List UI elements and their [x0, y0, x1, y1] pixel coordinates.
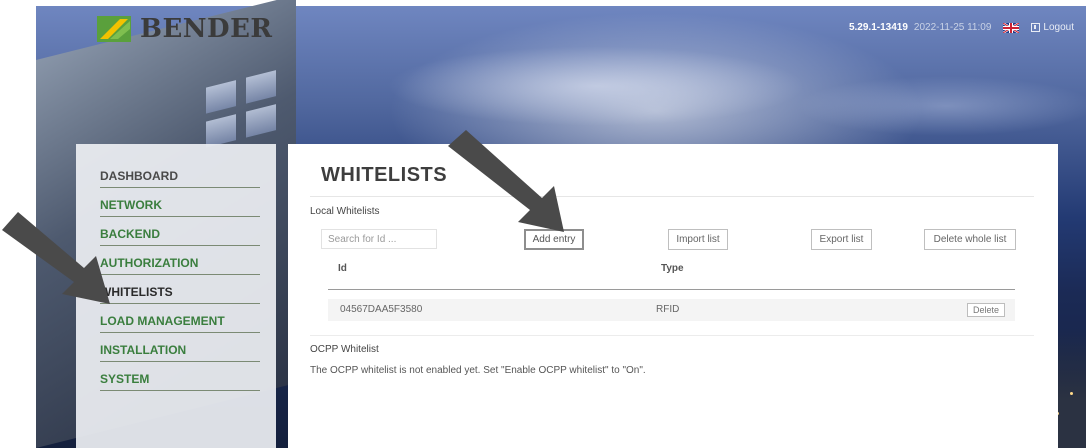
sidebar-item-installation[interactable]: INSTALLATION	[100, 340, 260, 362]
page-title: WHITELISTS	[321, 164, 448, 186]
logout-icon	[1031, 23, 1041, 32]
building-window	[246, 70, 276, 104]
current-datetime: 2022-11-25 11:09	[913, 22, 992, 33]
search-id-input[interactable]	[321, 229, 437, 249]
main-panel: WHITELISTS Local Whitelists Add entry Im…	[288, 144, 1058, 448]
background-cloud	[386, 46, 806, 126]
import-list-button[interactable]: Import list	[668, 229, 728, 250]
uk-flag-icon[interactable]	[1002, 21, 1020, 34]
sidebar-item-system[interactable]: SYSTEM	[100, 369, 260, 391]
sidebar-nav: DASHBOARD NETWORK BACKEND AUTHORIZATION …	[100, 166, 260, 398]
sidebar-item-dashboard[interactable]: DASHBOARD	[100, 166, 260, 188]
building-window	[246, 104, 276, 138]
city-light	[1070, 392, 1073, 395]
table-header-divider	[328, 289, 1015, 290]
background-cloud	[796, 76, 1086, 136]
ocpp-whitelist-message: The OCPP whitelist is not enabled yet. S…	[310, 365, 646, 376]
bender-logo-icon	[96, 15, 134, 43]
app-frame: BENDER 5.29.1-13419 2022-11-25 11:09 Log…	[0, 0, 1086, 448]
logout-link[interactable]: Logout	[1031, 22, 1074, 33]
building-window	[206, 80, 236, 114]
delete-whole-list-button[interactable]: Delete whole list	[924, 229, 1016, 250]
sidebar-item-backend[interactable]: BACKEND	[100, 224, 260, 246]
firmware-version: 5.29.1-13419	[848, 22, 908, 33]
column-header-type: Type	[661, 263, 684, 274]
top-bar: 5.29.1-13419 2022-11-25 11:09 Logout	[848, 21, 1074, 34]
export-list-button[interactable]: Export list	[811, 229, 872, 250]
brand-name: BENDER	[140, 14, 273, 44]
annotation-arrow-icon	[2, 212, 110, 304]
bender-logo[interactable]: BENDER	[96, 14, 273, 44]
row-id: 04567DAA5F3580	[340, 304, 423, 315]
sidebar-item-load-management[interactable]: LOAD MANAGEMENT	[100, 311, 260, 333]
annotation-arrow-icon	[448, 130, 564, 232]
divider	[310, 335, 1034, 336]
table-row: 04567DAA5F3580 RFID Delete	[328, 299, 1015, 321]
sidebar-item-whitelists[interactable]: WHITELISTS	[100, 282, 260, 304]
divider	[310, 196, 1034, 197]
sidebar-item-authorization[interactable]: AUTHORIZATION	[100, 253, 260, 275]
column-header-id: Id	[338, 263, 347, 274]
row-type: RFID	[656, 304, 680, 315]
local-whitelists-label: Local Whitelists	[310, 206, 380, 217]
logout-label: Logout	[1043, 22, 1074, 33]
building-window	[206, 114, 236, 148]
delete-entry-button[interactable]: Delete	[966, 303, 1005, 317]
ocpp-whitelist-label: OCPP Whitelist	[310, 344, 379, 355]
sidebar-item-network[interactable]: NETWORK	[100, 195, 260, 217]
